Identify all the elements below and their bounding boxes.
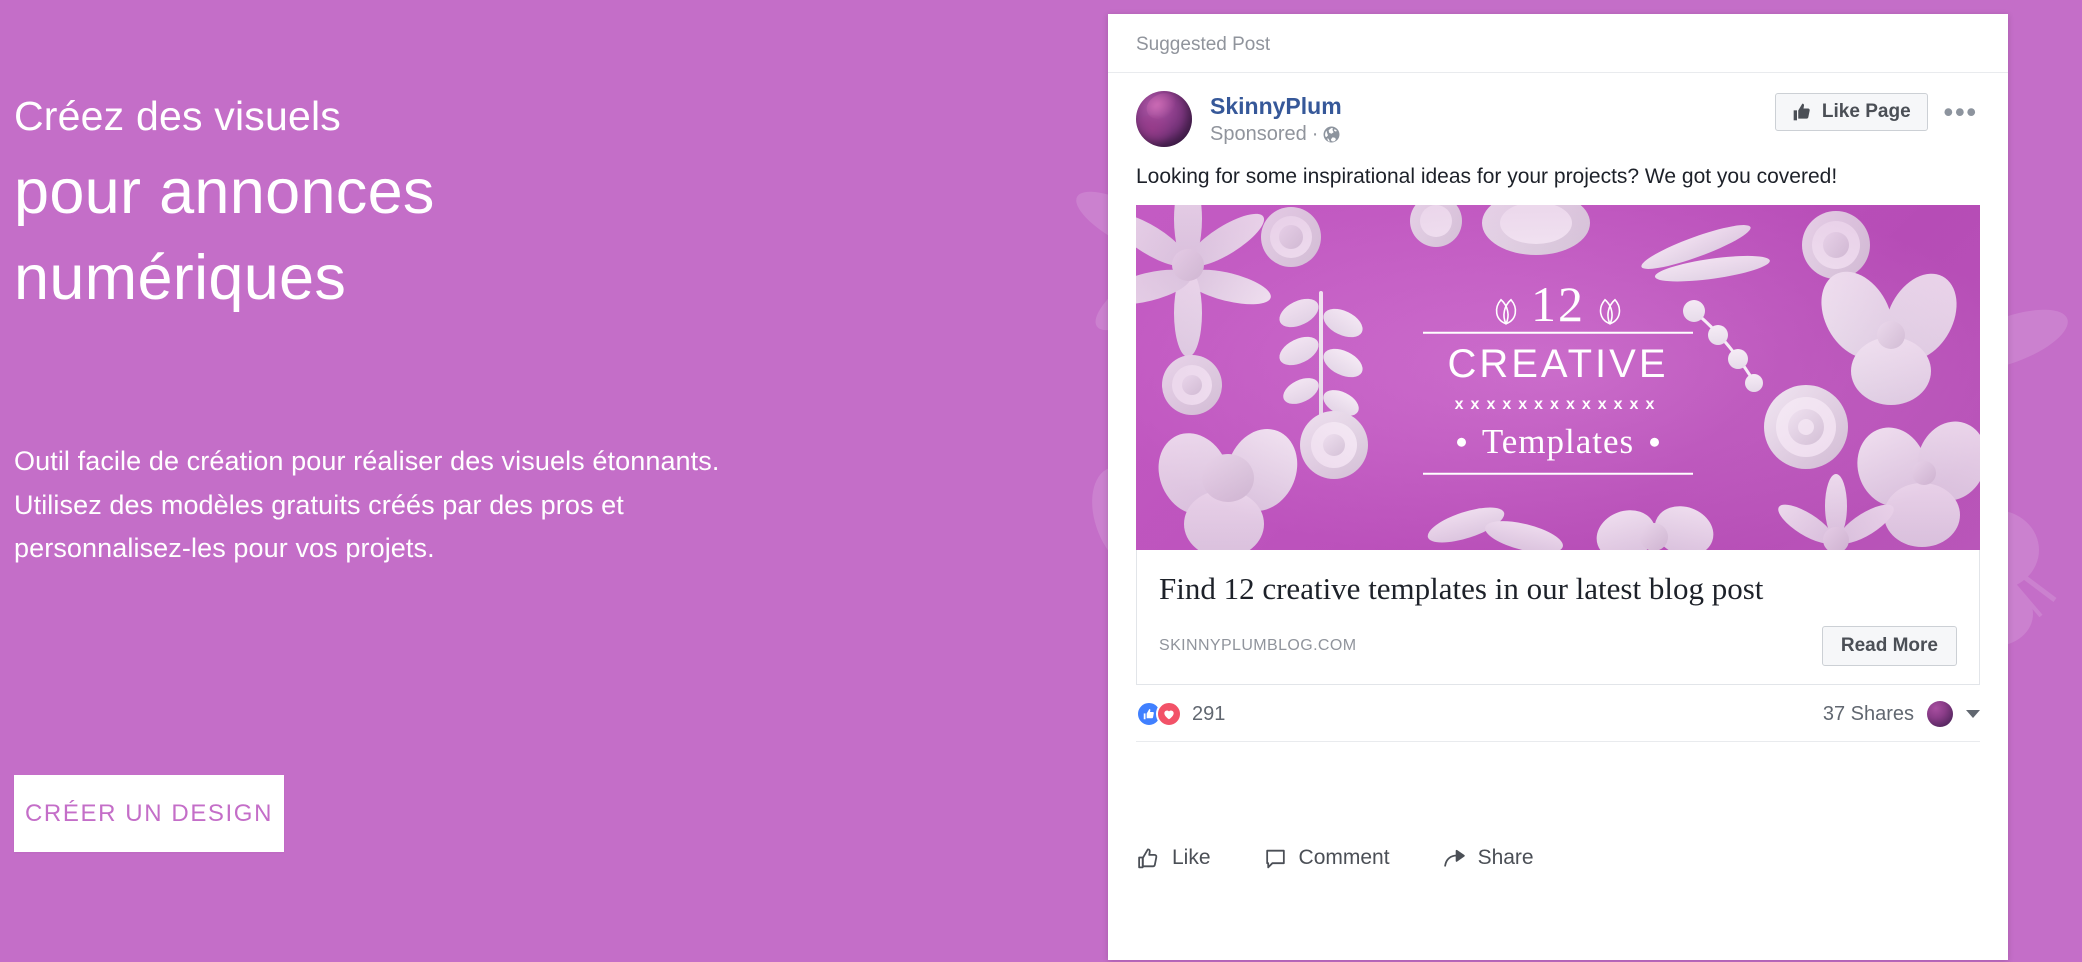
sponsored-label: Sponsored xyxy=(1210,123,1307,146)
engagement-row: 291 37 Shares xyxy=(1136,685,1980,743)
ad-subhead-row: Templates xyxy=(1378,421,1738,462)
promo-subtext-line-1: Outil facile de création pour réaliser d… xyxy=(14,446,720,476)
post-header: SkinnyPlum Sponsored · Like Page ••• xyxy=(1108,73,2008,147)
comment-bubble-icon xyxy=(1265,849,1285,868)
globe-icon xyxy=(1323,126,1340,143)
link-preview[interactable]: Find 12 creative templates in our latest… xyxy=(1136,550,1980,686)
leaf-right-icon xyxy=(1599,298,1621,325)
post-header-actions: Like Page ••• xyxy=(1774,91,1980,131)
like-page-button-label: Like Page xyxy=(1821,101,1911,122)
read-more-button[interactable]: Read More xyxy=(1821,626,1957,667)
bullet-right-icon xyxy=(1650,437,1660,447)
ad-number: 12 xyxy=(1531,275,1585,332)
promo-headline-small: Créez des visuels xyxy=(14,93,341,139)
thumbs-up-solid-icon xyxy=(1793,103,1810,121)
share-action-button[interactable]: Share xyxy=(1442,846,1534,871)
heart-icon xyxy=(1156,701,1182,728)
ad-headline: CREATIVE xyxy=(1447,341,1669,386)
reaction-count: 291 xyxy=(1192,702,1226,725)
promo-headline-line2: numériques xyxy=(14,243,347,314)
ad-number-row: 12 xyxy=(1378,275,1738,332)
page-name-link[interactable]: SkinnyPlum xyxy=(1210,93,1775,120)
engagement-right-group: 37 Shares xyxy=(1823,701,1980,728)
create-design-button-label: CRÉER UN DESIGN xyxy=(24,799,274,827)
ad-divider-top xyxy=(1423,331,1693,334)
ad-subhead: Templates xyxy=(1481,421,1635,461)
caret-down-icon[interactable] xyxy=(1966,710,1980,719)
facebook-post-card: Suggested Post SkinnyPlum Sponsored · Li… xyxy=(1108,14,2008,960)
ad-creative-image[interactable]: 12 CREATIVE xxxxxxxxxxxxx Templates xyxy=(1136,205,1980,551)
promo-headline-line1: pour annonces xyxy=(14,157,435,228)
ad-divider-pattern: xxxxxxxxxxxxx xyxy=(1454,395,1662,413)
promo-panel: Créez des visuels pour annonces numériqu… xyxy=(0,0,1060,962)
ad-divider-bottom xyxy=(1423,473,1693,476)
create-design-button[interactable]: CRÉER UN DESIGN xyxy=(14,775,284,852)
reactions-group[interactable]: 291 xyxy=(1136,701,1226,728)
ad-creative-text: 12 CREATIVE xxxxxxxxxxxxx Templates xyxy=(1378,275,1738,476)
link-preview-meta-row: SKINNYPLUMBLOG.COM Read More xyxy=(1159,626,1957,667)
bullet-left-icon xyxy=(1456,437,1466,447)
share-count[interactable]: 37 Shares xyxy=(1823,703,1914,726)
plum-avatar-small-icon xyxy=(1927,701,1953,728)
reaction-icons xyxy=(1136,701,1182,728)
promo-headline-group: Créez des visuels pour annonces numériqu… xyxy=(14,92,435,312)
promo-subtext-line-2: Utilisez des modèles gratuits créés par … xyxy=(14,489,624,520)
post-action-bar: Like Comment Share xyxy=(1136,742,1980,960)
sponsored-row: Sponsored · xyxy=(1210,123,1775,146)
like-action-label: Like xyxy=(1172,846,1211,870)
post-more-options-icon[interactable]: ••• xyxy=(1942,99,1980,126)
leaf-left-icon xyxy=(1495,298,1517,325)
like-page-button[interactable]: Like Page xyxy=(1774,93,1928,131)
thumbs-up-outline-icon xyxy=(1138,848,1158,868)
promo-subtext-line-3: personnalisez-les pour vos projets. xyxy=(14,533,435,564)
post-body-text: Looking for some inspirational ideas for… xyxy=(1136,165,1838,188)
page-avatar[interactable] xyxy=(1136,91,1192,147)
share-arrow-icon xyxy=(1443,849,1465,867)
page-root: Créez des visuels pour annonces numériqu… xyxy=(0,0,2082,962)
share-action-label: Share xyxy=(1477,846,1534,870)
sponsored-separator: · xyxy=(1311,123,1319,146)
post-header-text: SkinnyPlum Sponsored · xyxy=(1210,91,1775,146)
comment-action-button[interactable]: Comment xyxy=(1263,846,1390,871)
link-preview-domain: SKINNYPLUMBLOG.COM xyxy=(1159,637,1357,655)
like-action-button[interactable]: Like xyxy=(1136,846,1211,871)
promo-subtext-group: Outil facile de création pour réaliser d… xyxy=(14,440,719,571)
comment-action-label: Comment xyxy=(1298,846,1390,870)
suggested-post-label: Suggested Post xyxy=(1108,14,2008,73)
link-preview-title[interactable]: Find 12 creative templates in our latest… xyxy=(1159,570,1957,608)
